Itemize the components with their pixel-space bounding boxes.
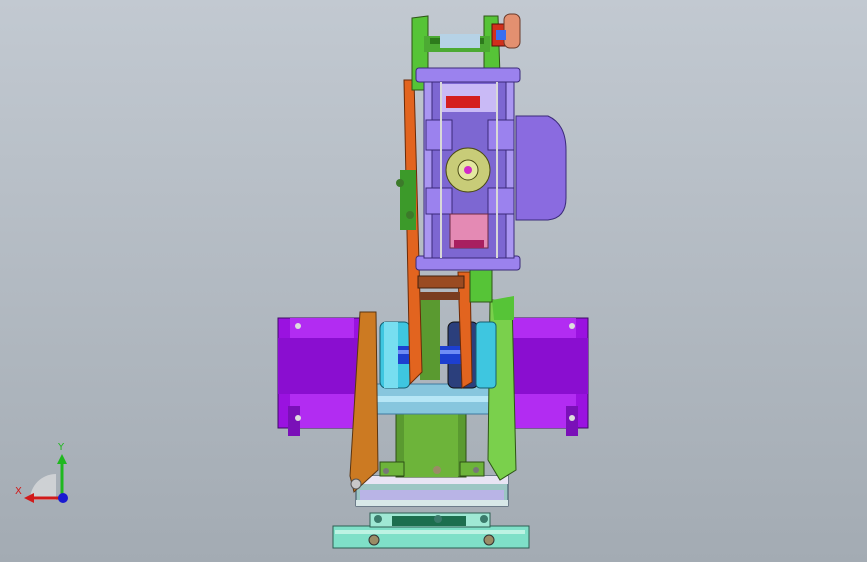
orientation-triad: Y X — [12, 440, 82, 510]
graphics-viewport[interactable]: Y X — [0, 0, 867, 562]
base-column[interactable] — [379, 404, 485, 478]
triad-axes — [24, 454, 68, 503]
z-axis-dot — [58, 493, 68, 503]
turntable-ring[interactable] — [355, 475, 509, 507]
x-axis-label: X — [15, 486, 22, 497]
forearm-housing-cover[interactable] — [515, 115, 567, 221]
wrist-gear[interactable] — [445, 147, 491, 193]
y-axis-label: Y — [58, 442, 65, 453]
wrist-assembly[interactable] — [440, 13, 521, 49]
shoulder-pulleys[interactable] — [379, 300, 497, 389]
robot-arm-model[interactable] — [0, 0, 867, 562]
base-plate[interactable] — [332, 512, 530, 549]
left-shoulder-motor[interactable] — [277, 317, 365, 436]
